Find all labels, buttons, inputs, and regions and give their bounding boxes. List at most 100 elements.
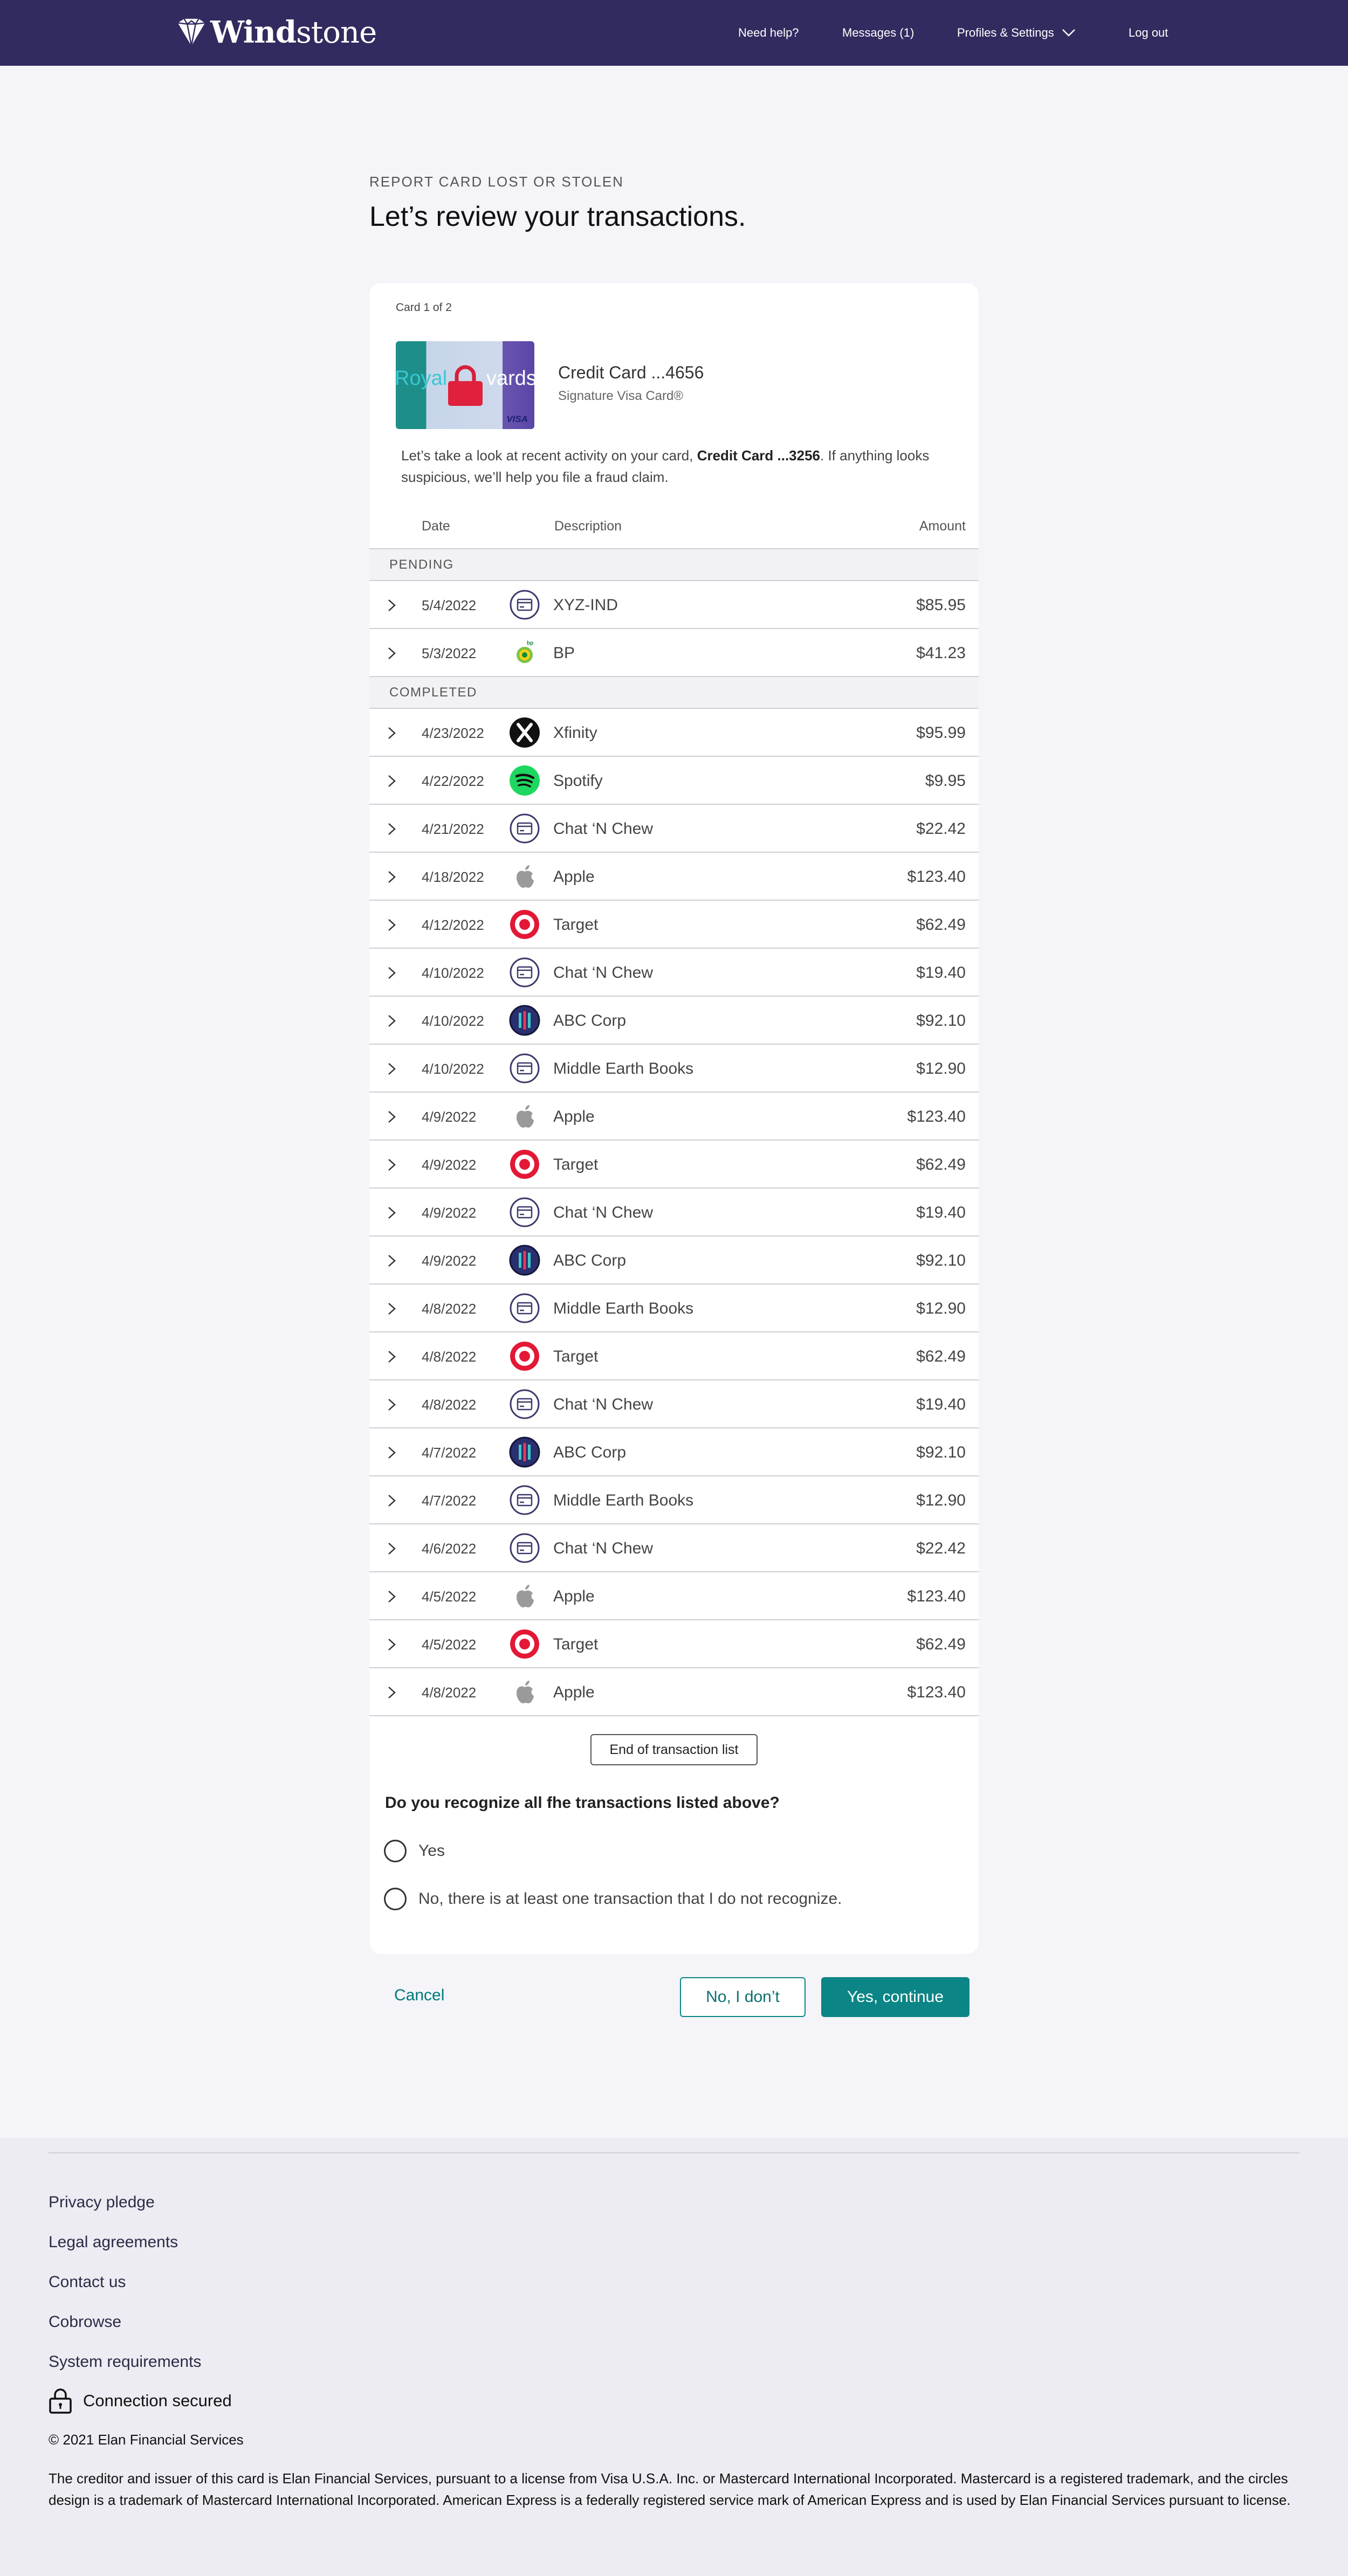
transaction-amount: $22.42 (916, 820, 966, 838)
transaction-row[interactable]: 4/5/2022 Target $62.49 (369, 1620, 979, 1668)
transaction-date: 4/22/2022 (422, 773, 484, 789)
transaction-amount: $12.90 (916, 1060, 966, 1078)
chevron-right-icon[interactable] (387, 1062, 397, 1079)
transaction-description-xyz-ind: XYZ-IND (553, 596, 618, 614)
apple-logo-icon (509, 1676, 540, 1708)
end-of-transaction-list-button[interactable]: End of transaction list (590, 1734, 758, 1765)
transaction-row[interactable]: 4/8/2022 Middle Earth Books $12.90 (369, 1284, 979, 1332)
log-out-link[interactable]: Log out (1129, 0, 1168, 66)
profiles-settings-menu[interactable]: Profiles & Settings (957, 0, 1076, 66)
transaction-row[interactable]: 4/6/2022 Chat ‘N Chew $22.42 (369, 1524, 979, 1572)
chevron-right-icon[interactable] (387, 1398, 397, 1414)
chevron-right-icon[interactable] (387, 1014, 397, 1031)
chevron-right-icon[interactable] (387, 1590, 397, 1606)
transaction-row[interactable]: 4/9/2022 ABC Corp $92.10 (369, 1237, 979, 1284)
transaction-row[interactable]: 4/18/2022 Apple $123.40 (369, 853, 979, 901)
transaction-description-apple: Apple (553, 1587, 595, 1605)
chevron-right-icon[interactable] (387, 1350, 397, 1366)
chevron-right-icon[interactable] (387, 1494, 397, 1510)
transaction-date: 4/7/2022 (422, 1445, 477, 1461)
chevron-right-icon[interactable] (387, 870, 397, 887)
transaction-row[interactable]: 4/9/2022 Target $62.49 (369, 1141, 979, 1189)
chevron-right-icon[interactable] (387, 1638, 397, 1654)
transaction-row[interactable]: 4/12/2022 Target $62.49 (369, 901, 979, 949)
chevron-right-icon[interactable] (387, 598, 397, 615)
cancel-link[interactable]: Cancel (394, 1986, 444, 2005)
transaction-date: 4/8/2022 (422, 1684, 477, 1701)
radio-button[interactable] (384, 1840, 407, 1862)
card-icon (509, 1484, 540, 1516)
no-i-dont-button[interactable]: No, I don’t (680, 1977, 806, 2017)
lock-icon (448, 365, 483, 406)
yes-continue-button[interactable]: Yes, continue (821, 1977, 969, 2017)
transaction-description-apple: Apple (553, 1683, 595, 1701)
transaction-description-chat-n-chew: Chat ‘N Chew (553, 1539, 654, 1557)
transaction-row[interactable]: 4/10/2022 Middle Earth Books $12.90 (369, 1045, 979, 1093)
radio-option-yes[interactable]: Yes (384, 1840, 445, 1862)
cobrowse-link[interactable]: Cobrowse (49, 2313, 121, 2331)
legal-agreements-link[interactable]: Legal agreements (49, 2233, 178, 2252)
transaction-amount: $123.40 (907, 868, 966, 886)
transaction-row[interactable]: 5/3/2022 bp BP $41.23 (369, 629, 979, 677)
transaction-row[interactable]: 4/5/2022 Apple $123.40 (369, 1572, 979, 1620)
system-requirements-link[interactable]: System requirements (49, 2353, 201, 2371)
card-icon (509, 1053, 540, 1084)
chevron-right-icon[interactable] (387, 1446, 397, 1462)
intro-text: Let’s take a look at recent activity on … (401, 445, 957, 488)
transaction-description-target: Target (553, 1348, 599, 1365)
card-counter: Card 1 of 2 (396, 301, 452, 314)
chevron-right-icon[interactable] (387, 822, 397, 839)
transaction-date: 4/18/2022 (422, 869, 484, 885)
transaction-date: 4/9/2022 (422, 1157, 477, 1173)
radio-button[interactable] (384, 1888, 407, 1910)
apple-logo-icon (509, 861, 540, 892)
chevron-right-icon[interactable] (387, 1206, 397, 1223)
messages-link[interactable]: Messages (1) (842, 0, 914, 66)
radio-option-no[interactable]: No, there is at least one transaction th… (384, 1888, 842, 1910)
contact-us-link[interactable]: Contact us (49, 2273, 126, 2291)
chevron-right-icon[interactable] (387, 1542, 397, 1558)
page-footer: Privacy pledge Legal agreements Contact … (0, 2138, 1348, 2576)
transaction-row[interactable]: 4/22/2022 Spotify $9.95 (369, 757, 979, 805)
transaction-row[interactable]: 4/9/2022 Chat ‘N Chew $19.40 (369, 1189, 979, 1237)
transaction-row[interactable]: 4/8/2022 Chat ‘N Chew $19.40 (369, 1380, 979, 1428)
chevron-right-icon[interactable] (387, 918, 397, 935)
transaction-amount: $123.40 (907, 1683, 966, 1701)
logo-text-rest: stone (296, 15, 377, 50)
transaction-amount: $12.90 (916, 1300, 966, 1317)
privacy-pledge-link[interactable]: Privacy pledge (49, 2193, 155, 2212)
chevron-right-icon[interactable] (387, 774, 397, 791)
transaction-row[interactable]: 4/23/2022 Xfinity $95.99 (369, 709, 979, 757)
transaction-row[interactable]: 4/7/2022 ABC Corp $92.10 (369, 1428, 979, 1476)
transaction-row[interactable]: 4/10/2022 Chat ‘N Chew $19.40 (369, 949, 979, 997)
chevron-right-icon[interactable] (387, 726, 397, 743)
transaction-row[interactable]: 4/8/2022 Target $62.49 (369, 1332, 979, 1380)
transaction-row[interactable]: 5/4/2022 XYZ-IND $85.95 (369, 581, 979, 629)
transaction-row[interactable]: 4/10/2022 ABC Corp $92.10 (369, 997, 979, 1045)
transaction-row[interactable]: 4/7/2022 Middle Earth Books $12.90 (369, 1476, 979, 1524)
chevron-right-icon[interactable] (387, 1686, 397, 1702)
chevron-right-icon[interactable] (387, 1302, 397, 1318)
transaction-description-abc-corp: ABC Corp (553, 1012, 627, 1030)
card-icon (509, 957, 540, 988)
transaction-description-chat-n-chew: Chat ‘N Chew (553, 820, 654, 838)
chevron-right-icon[interactable] (387, 1110, 397, 1127)
transaction-row[interactable]: 4/8/2022 Apple $123.40 (369, 1668, 979, 1716)
transaction-date: 4/9/2022 (422, 1253, 477, 1269)
transaction-amount: $22.42 (916, 1539, 966, 1557)
chevron-right-icon[interactable] (387, 1254, 397, 1270)
need-help-link[interactable]: Need help? (738, 0, 799, 66)
windstone-logo[interactable]: Windstone (176, 15, 377, 50)
completed-section-label: COMPLETED (389, 685, 477, 700)
transaction-amount: $92.10 (916, 1444, 966, 1461)
transaction-review-panel: Card 1 of 2 Royal vards VISA Credit Card… (369, 283, 979, 1954)
chevron-right-icon[interactable] (387, 1158, 397, 1175)
transaction-date: 4/8/2022 (422, 1349, 477, 1365)
transaction-row[interactable]: 4/9/2022 Apple $123.40 (369, 1093, 979, 1141)
transaction-date: 4/10/2022 (422, 1013, 484, 1029)
card-icon (509, 589, 540, 620)
transaction-row[interactable]: 4/21/2022 Chat ‘N Chew $22.42 (369, 805, 979, 853)
chevron-right-icon[interactable] (387, 646, 397, 663)
chevron-right-icon[interactable] (387, 966, 397, 983)
connection-secured-label: Connection secured (83, 2391, 232, 2410)
